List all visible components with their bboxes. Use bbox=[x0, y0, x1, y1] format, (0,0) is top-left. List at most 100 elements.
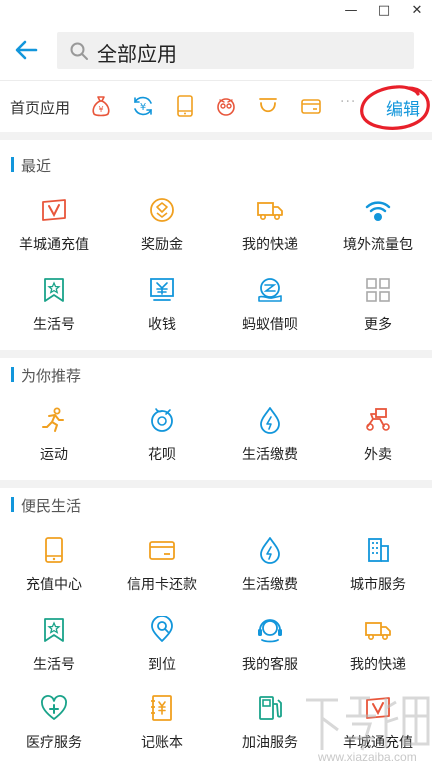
app-huabei[interactable]: 花呗 bbox=[108, 400, 216, 480]
section-accent bbox=[11, 157, 14, 172]
moneybag-icon[interactable]: ¥ bbox=[89, 94, 113, 118]
yct-card-icon bbox=[366, 697, 390, 719]
minimize-button[interactable]: — bbox=[336, 0, 366, 20]
ledger-icon bbox=[151, 695, 172, 721]
arrow-left-icon[interactable] bbox=[12, 36, 40, 64]
svg-text:¥: ¥ bbox=[98, 105, 103, 114]
app-ant-loan[interactable]: 蚂蚁借呗 bbox=[216, 270, 324, 350]
app-my-delivery[interactable]: 我的快递 bbox=[216, 190, 324, 270]
app-label: 医疗服务 bbox=[26, 735, 82, 751]
app-more[interactable]: 更多 bbox=[324, 270, 432, 350]
app-label: 记账本 bbox=[141, 735, 183, 751]
app-credit-card-repay[interactable]: 信用卡还款 bbox=[108, 530, 216, 610]
bookmark-star-icon bbox=[44, 278, 64, 302]
running-icon bbox=[42, 407, 64, 432]
app-label: 运动 bbox=[40, 447, 68, 463]
section-gap bbox=[0, 132, 432, 140]
app-reward[interactable]: 奖励金 bbox=[108, 190, 216, 270]
app-label: 外卖 bbox=[364, 447, 392, 463]
section-recent-header: 最近 bbox=[0, 150, 432, 180]
headset-icon bbox=[258, 619, 282, 643]
search-box[interactable]: 全部应用 bbox=[57, 32, 414, 69]
section-title: 为你推荐 bbox=[21, 367, 82, 385]
app-overseas-data[interactable]: 境外流量包 bbox=[324, 190, 432, 270]
scooter-icon bbox=[366, 408, 390, 431]
section-gap bbox=[0, 350, 432, 358]
credit-card-icon bbox=[149, 541, 175, 560]
truck-icon bbox=[257, 202, 283, 220]
card-icon[interactable] bbox=[299, 94, 323, 118]
app-my-delivery[interactable]: 我的快递 bbox=[324, 610, 432, 690]
app-ledger[interactable]: 记账本 bbox=[108, 688, 216, 768]
section-title: 最近 bbox=[21, 157, 52, 175]
water-drop-icon bbox=[260, 407, 280, 434]
app-label: 生活号 bbox=[33, 657, 75, 673]
location-pin-icon bbox=[151, 616, 173, 642]
huabei-icon bbox=[151, 408, 173, 432]
watermark-text: www.xiazaiba.com bbox=[318, 750, 417, 764]
face-icon[interactable] bbox=[214, 94, 238, 118]
app-label: 花呗 bbox=[148, 447, 176, 463]
app-city-service[interactable]: 城市服务 bbox=[324, 530, 432, 610]
wifi-globe-icon bbox=[365, 201, 391, 221]
app-utility-bills[interactable]: 生活缴费 bbox=[216, 530, 324, 610]
app-label: 生活号 bbox=[33, 317, 75, 333]
section-accent bbox=[11, 367, 14, 382]
bookmark-star-icon bbox=[44, 618, 64, 642]
header: 全部应用 bbox=[0, 20, 432, 80]
app-label: 我的快递 bbox=[350, 657, 406, 673]
app-life-account[interactable]: 生活号 bbox=[0, 270, 108, 350]
app-label: 城市服务 bbox=[350, 577, 406, 593]
maximize-button[interactable]: □ bbox=[369, 0, 399, 20]
svg-text:¥: ¥ bbox=[140, 102, 146, 113]
section-recommend-header: 为你推荐 bbox=[0, 360, 432, 390]
section-convenience-header: 便民生活 bbox=[0, 490, 432, 520]
section-title: 便民生活 bbox=[21, 497, 82, 515]
app-label: 到位 bbox=[148, 657, 176, 673]
reward-icon bbox=[150, 198, 174, 222]
app-label: 羊城通充值 bbox=[343, 735, 413, 751]
app-label: 蚂蚁借呗 bbox=[242, 317, 298, 333]
window-titlebar: — □ ✕ bbox=[0, 0, 432, 20]
close-button[interactable]: ✕ bbox=[402, 0, 432, 20]
app-label: 加油服务 bbox=[242, 735, 298, 751]
app-yct-recharge[interactable]: 羊城通充值 bbox=[0, 190, 108, 270]
phone-icon[interactable] bbox=[173, 94, 197, 118]
yuan-refresh-icon[interactable]: ¥ bbox=[131, 94, 155, 118]
truck-icon bbox=[365, 622, 391, 640]
app-utility-bills[interactable]: 生活缴费 bbox=[216, 400, 324, 480]
app-daowei[interactable]: 到位 bbox=[108, 610, 216, 690]
home-apps-row: 首页应用 ¥ ¥ ··· 编辑 bbox=[0, 80, 432, 132]
water-drop-icon bbox=[260, 537, 280, 564]
app-gas-service[interactable]: 加油服务 bbox=[216, 688, 324, 768]
section-accent bbox=[11, 497, 14, 512]
app-takeout[interactable]: 外卖 bbox=[324, 400, 432, 480]
phone-icon bbox=[45, 537, 63, 563]
smile-box-icon[interactable] bbox=[256, 94, 280, 118]
app-label: 信用卡还款 bbox=[127, 577, 197, 593]
ant-loan-icon bbox=[258, 278, 282, 302]
medical-icon bbox=[41, 695, 67, 720]
app-label: 奖励金 bbox=[141, 237, 183, 253]
app-life-account[interactable]: 生活号 bbox=[0, 610, 108, 690]
app-label: 收钱 bbox=[148, 317, 176, 333]
receive-money-icon bbox=[150, 278, 174, 301]
home-apps-label: 首页应用 bbox=[10, 99, 71, 117]
edit-button[interactable]: 编辑 bbox=[386, 95, 420, 120]
app-customer-service[interactable]: 我的客服 bbox=[216, 610, 324, 690]
app-sport[interactable]: 运动 bbox=[0, 400, 108, 480]
app-medical-service[interactable]: 医疗服务 bbox=[0, 688, 108, 768]
app-receive-money[interactable]: 收钱 bbox=[108, 270, 216, 350]
app-label: 羊城通充值 bbox=[19, 237, 89, 253]
app-label: 生活缴费 bbox=[242, 577, 298, 593]
gas-pump-icon bbox=[259, 696, 282, 720]
search-icon bbox=[70, 42, 88, 60]
more-dots: ··· bbox=[340, 94, 357, 110]
app-recharge-center[interactable]: 充值中心 bbox=[0, 530, 108, 610]
building-icon bbox=[368, 538, 389, 562]
app-label: 我的快递 bbox=[242, 237, 298, 253]
app-label: 充值中心 bbox=[26, 577, 82, 593]
grid-more-icon bbox=[366, 278, 390, 302]
app-label: 更多 bbox=[364, 317, 392, 333]
search-input[interactable]: 全部应用 bbox=[97, 38, 177, 67]
